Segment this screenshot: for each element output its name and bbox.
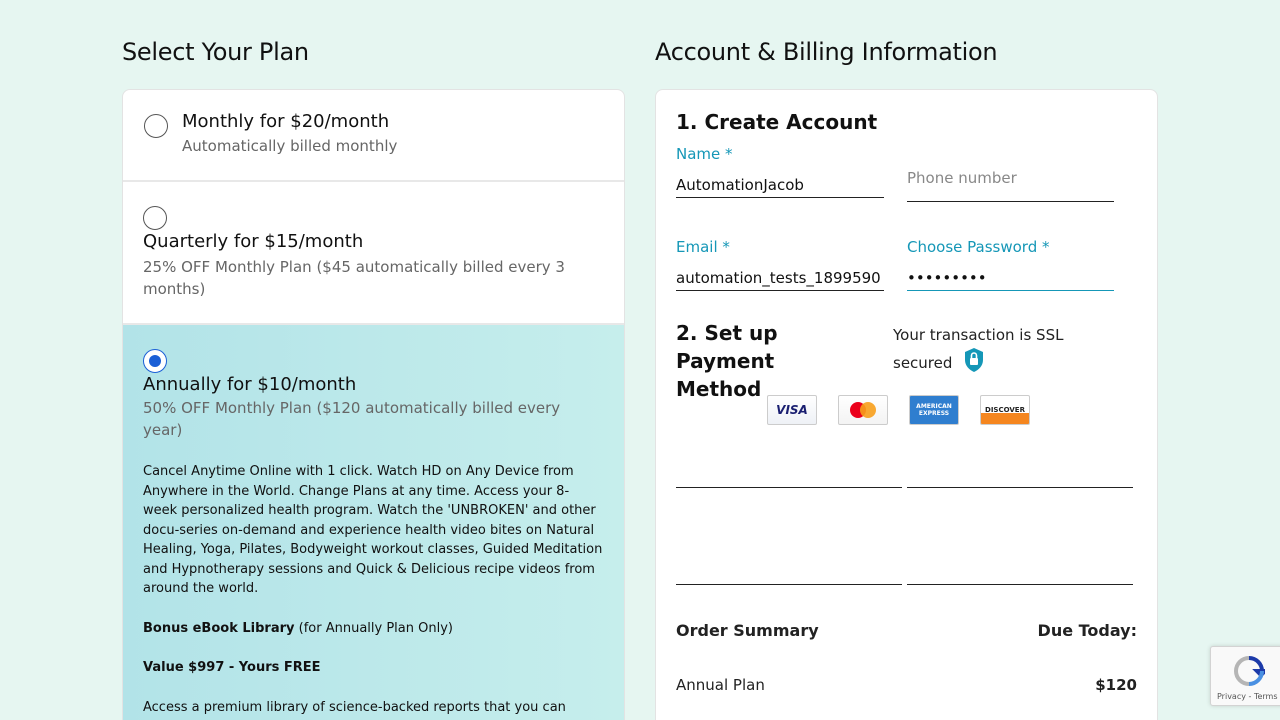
plan-monthly-radio[interactable] xyxy=(144,114,168,138)
amex-card-icon: AMERICAN EXPRESS xyxy=(909,395,959,425)
due-today-label: Due Today: xyxy=(1037,621,1137,640)
name-label: Name * xyxy=(676,145,733,163)
visa-card-icon: VISA xyxy=(767,395,817,425)
plan-monthly-name: Monthly for $20/month xyxy=(182,111,390,132)
amex-card-text: AMERICAN EXPRESS xyxy=(916,403,952,417)
visa-card-text: VISA xyxy=(776,403,808,417)
create-account-heading: 1. Create Account xyxy=(676,110,878,134)
plan-quarterly-radio[interactable] xyxy=(143,206,167,230)
plan-annually-sub: 50% OFF Monthly Plan ($120 automatically… xyxy=(143,399,561,439)
order-line-annual: Annual Plan $120 xyxy=(676,676,1137,694)
email-label: Email * xyxy=(676,238,730,256)
order-line-value: $120 xyxy=(1095,676,1137,694)
order-summary-title: Order Summary xyxy=(676,621,819,640)
phone-input[interactable]: Phone number xyxy=(907,165,1114,202)
plan-quarterly-sub: 25% OFF Monthly Plan ($45 automatically … xyxy=(143,258,565,298)
ebook-access-text: Access a premium library of science-back… xyxy=(143,700,566,715)
ssl-note: Your transaction is SSL secured xyxy=(893,323,1093,380)
card-number-field[interactable] xyxy=(676,487,902,488)
lock-icon xyxy=(963,347,985,380)
password-input[interactable]: ••••••••• xyxy=(907,265,1114,291)
discover-card-text: DISCOVER xyxy=(985,406,1025,414)
bonus-ebook-note: (for Annually Plan Only) xyxy=(294,621,453,636)
plan-annually-radio[interactable] xyxy=(143,349,167,373)
plans-card: Monthly for $20/month Automatically bill… xyxy=(122,89,625,720)
order-line-label: Annual Plan xyxy=(676,676,765,694)
discover-card-icon: DISCOVER xyxy=(980,395,1030,425)
bonus-ebook-line: Bonus eBook Library (for Annually Plan O… xyxy=(143,619,603,639)
bonus-ebook-title: Bonus eBook Library xyxy=(143,621,295,636)
plan-option-annually[interactable]: Annually for $10/month 50% OFF Monthly P… xyxy=(123,325,624,720)
recaptcha-badge[interactable]: Privacy - Terms xyxy=(1210,646,1280,706)
password-label: Choose Password * xyxy=(907,238,1050,256)
plan-monthly-sub: Automatically billed monthly xyxy=(182,137,398,155)
card-expiry-field[interactable] xyxy=(907,487,1133,488)
recaptcha-icon xyxy=(1233,655,1270,691)
select-plan-title: Select Your Plan xyxy=(122,38,309,66)
payment-heading: 2. Set up Payment Method xyxy=(676,321,778,401)
value-free-line: Value $997 - Yours FREE xyxy=(143,660,321,675)
card-zip-field[interactable] xyxy=(907,584,1133,585)
plan-quarterly-name: Quarterly for $15/month xyxy=(143,231,364,252)
order-summary-header: Order Summary Due Today: xyxy=(676,621,1137,640)
plan-option-monthly[interactable]: Monthly for $20/month Automatically bill… xyxy=(123,90,624,182)
card-cvc-field[interactable] xyxy=(676,584,902,585)
plan-annually-name: Annually for $10/month xyxy=(143,374,357,395)
plan-option-quarterly[interactable]: Quarterly for $15/month 25% OFF Monthly … xyxy=(123,182,624,325)
mastercard-card-icon xyxy=(838,395,888,425)
recaptcha-footer[interactable]: Privacy - Terms xyxy=(1217,692,1278,701)
name-input[interactable]: AutomationJacob xyxy=(676,172,884,198)
billing-title: Account & Billing Information xyxy=(655,38,998,66)
plan-annually-description: Cancel Anytime Online with 1 click. Watc… xyxy=(143,464,603,596)
email-input[interactable]: automation_tests_1899590 xyxy=(676,265,884,291)
